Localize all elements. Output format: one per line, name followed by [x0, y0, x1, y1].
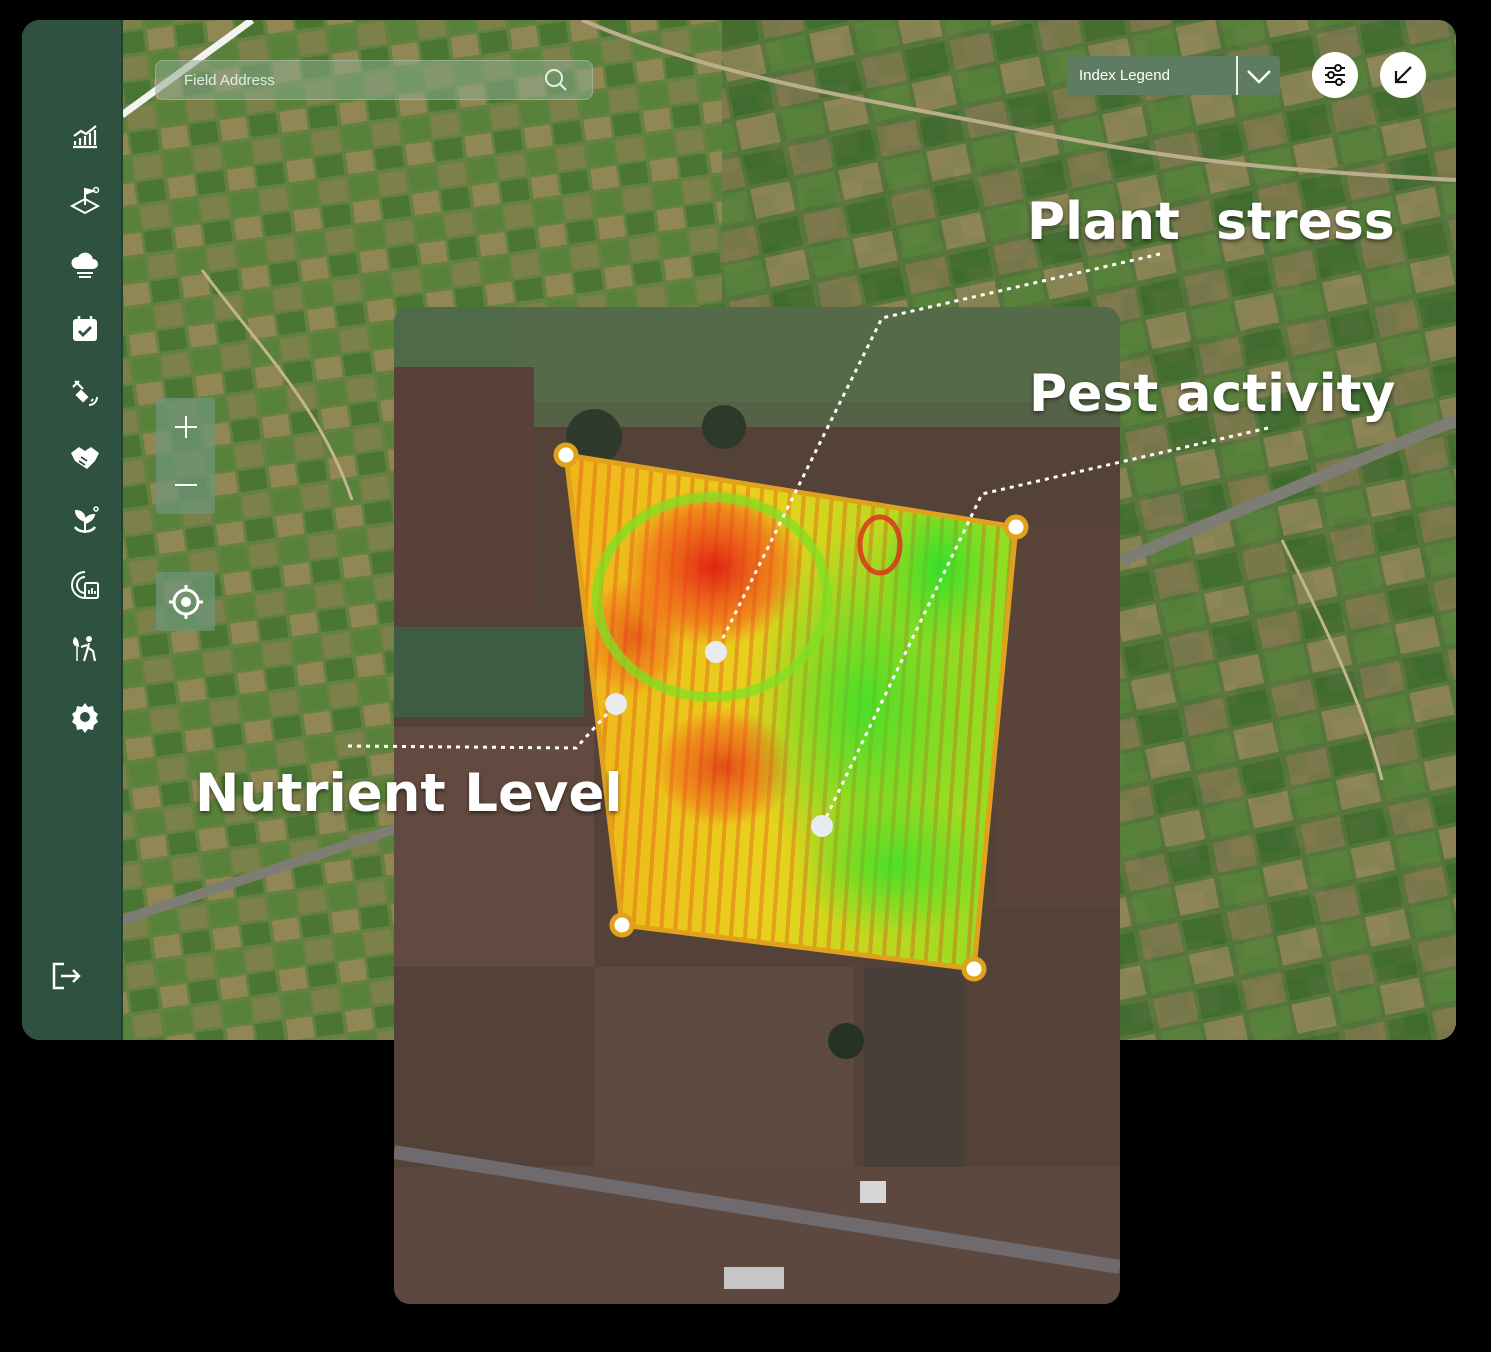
chevron-down-icon[interactable] [1236, 56, 1280, 95]
plant-growth-icon[interactable] [68, 504, 102, 538]
logout-icon[interactable] [48, 958, 84, 994]
zoom-controls [156, 398, 215, 514]
field-flag-icon[interactable] [68, 184, 102, 218]
handshake-icon[interactable] [68, 440, 102, 474]
nutrient-level-label: Nutrient Level [195, 763, 623, 824]
analytics-chart-icon[interactable] [68, 120, 102, 154]
pest-activity-label: Pest activity [1029, 364, 1396, 424]
soil-report-icon[interactable] [68, 568, 102, 602]
calendar-check-icon[interactable] [68, 312, 102, 346]
settings-gear-icon[interactable] [68, 700, 102, 734]
weather-cloud-icon[interactable] [68, 248, 102, 282]
sidebar [22, 20, 123, 1040]
search-icon[interactable] [542, 66, 570, 94]
field-address-input[interactable] [156, 70, 542, 90]
arrow-down-left-icon[interactable] [1380, 52, 1426, 98]
field-address-search [155, 60, 593, 100]
minus-icon[interactable] [156, 456, 215, 514]
plant-stress-label: Plant stress [1027, 192, 1395, 252]
sliders-icon[interactable] [1312, 52, 1358, 98]
index-legend-dropdown[interactable]: Index Legend [1067, 56, 1280, 95]
farmer-scout-icon[interactable] [68, 632, 102, 666]
satellite-icon[interactable] [68, 376, 102, 410]
locate-target-icon[interactable] [156, 572, 215, 631]
plus-icon[interactable] [156, 398, 215, 456]
index-legend-label: Index Legend [1079, 67, 1170, 84]
